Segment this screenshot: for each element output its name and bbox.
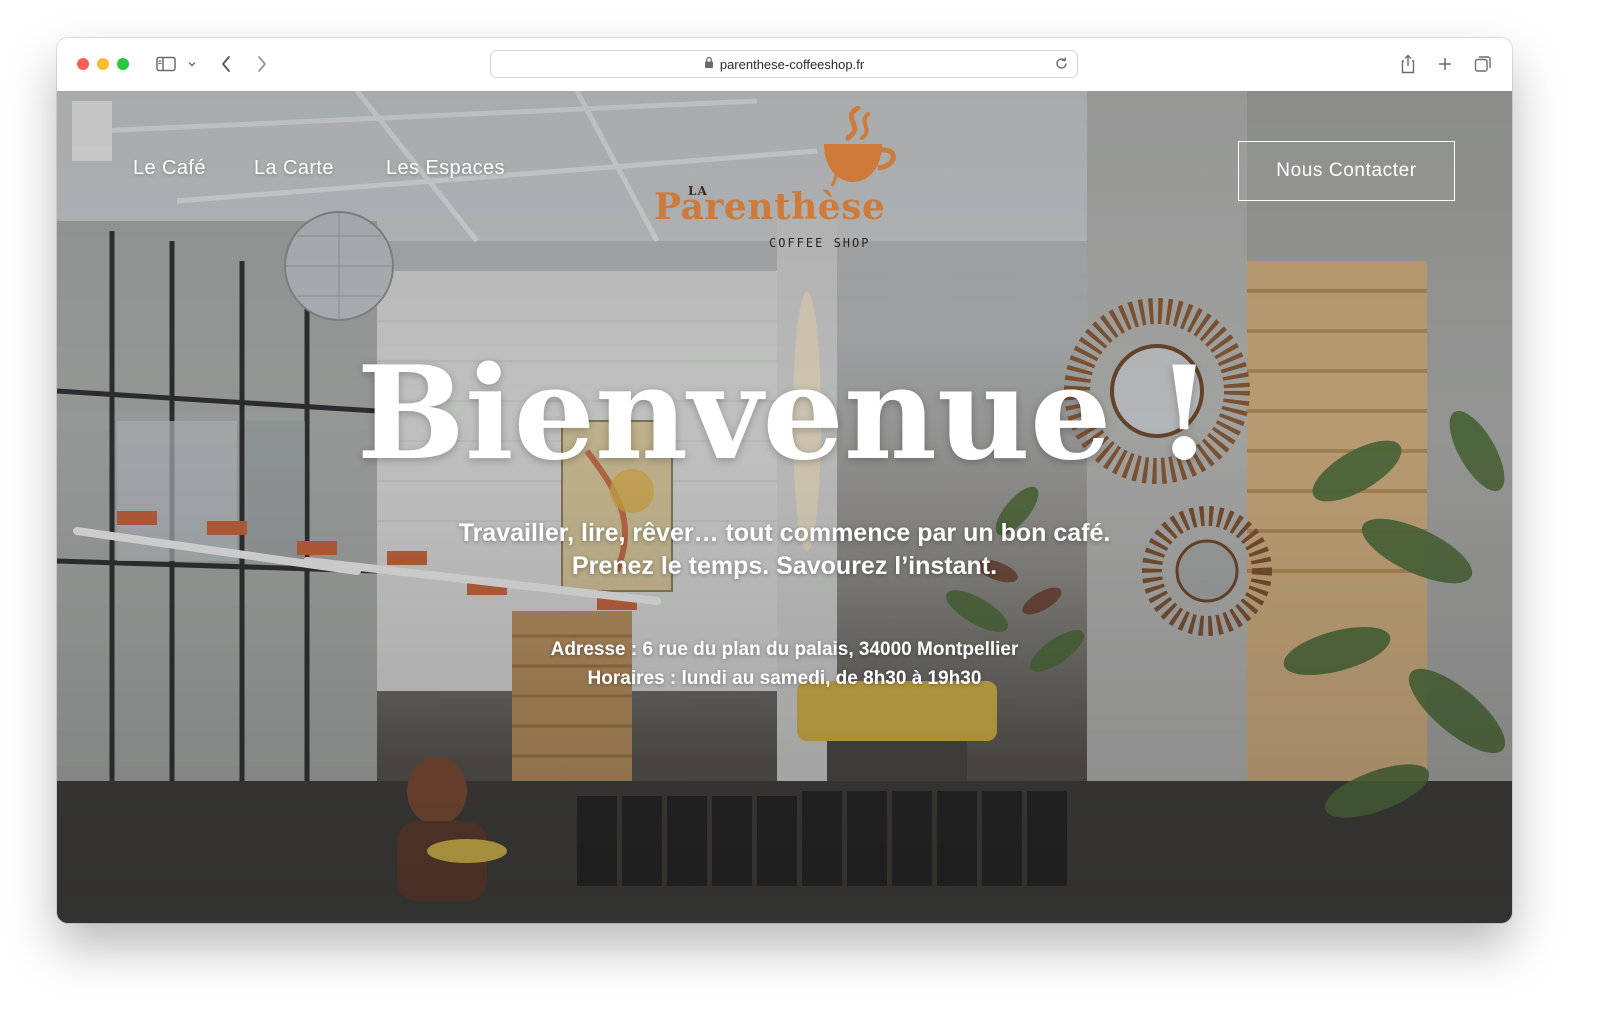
browser-window: parenthese-coffeeshop.fr Le Café La Cart…	[57, 38, 1512, 923]
nav-le-cafe[interactable]: Le Café	[133, 157, 206, 180]
reload-icon[interactable]	[1054, 56, 1069, 76]
lock-icon	[704, 56, 714, 72]
chevron-left-icon[interactable]	[217, 52, 235, 76]
page-title: Bienvenue !	[356, 339, 1213, 489]
sidebar-icon[interactable]	[155, 52, 177, 76]
share-icon[interactable]	[1397, 52, 1419, 76]
coffee-cup-icon	[824, 106, 896, 187]
nav-la-carte[interactable]: La Carte	[254, 157, 334, 180]
tagline-line-1: Travailler, lire, rêver… tout commence p…	[458, 519, 1111, 547]
tagline-line-2: Prenez le temps. Savourez l’instant.	[571, 552, 998, 580]
minimize-window-button[interactable]	[97, 58, 109, 70]
hero-section: Le Café La Carte Les Espaces LA Parenthè…	[57, 91, 1512, 923]
contact-button[interactable]: Nous Contacter	[1238, 141, 1455, 201]
url-text[interactable]: parenthese-coffeeshop.fr	[720, 57, 864, 72]
close-window-button[interactable]	[77, 58, 89, 70]
address-text: Adresse : 6 rue du plan du palais, 34000…	[550, 639, 1019, 660]
hours-text: Horaires : lundi au samedi, de 8h30 à 19…	[587, 668, 982, 689]
address-bar[interactable]: parenthese-coffeeshop.fr	[490, 50, 1078, 78]
chevron-right-icon[interactable]	[253, 52, 271, 76]
logo-subtitle: COFFEE SHOP	[769, 236, 871, 250]
logo-name: Parenthèse	[654, 186, 886, 228]
plus-icon[interactable]	[1434, 52, 1456, 76]
browser-toolbar: parenthese-coffeeshop.fr	[57, 38, 1512, 92]
chevron-down-icon[interactable]	[185, 52, 199, 76]
logo[interactable]: LA Parenthèse COFFEE SHOP	[642, 106, 922, 250]
tabs-overview-icon[interactable]	[1472, 52, 1494, 76]
zoom-window-button[interactable]	[117, 58, 129, 70]
nav-les-espaces[interactable]: Les Espaces	[386, 157, 505, 180]
